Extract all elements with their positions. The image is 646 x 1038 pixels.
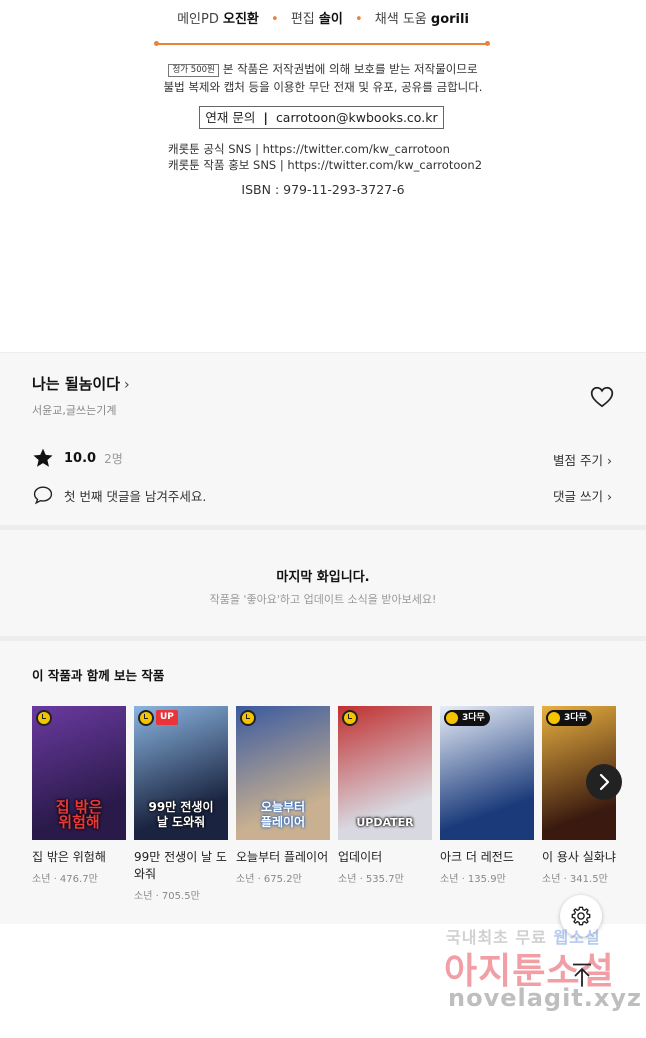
- staff-credits: 메인PD 오진환 • 편집 솔이 • 채색 도움 gorili: [0, 8, 646, 27]
- editor-label: 편집: [290, 12, 315, 27]
- sns-links: 캐롯툰 공식 SNS | https://twitter.com/kw_carr…: [168, 141, 482, 173]
- sns-promo: 캐롯툰 작품 홍보 SNS | https://twitter.com/kw_c…: [168, 158, 483, 172]
- clock-icon: [548, 712, 560, 724]
- rec-title: 업데이터: [338, 850, 383, 864]
- rec-thumbnail: UPDATER: [338, 706, 432, 840]
- free-badge: 3다무: [546, 710, 592, 726]
- chevron-right-icon: ›: [607, 453, 612, 468]
- rec-title: 아크 더 레전드: [440, 850, 514, 864]
- rating-count: 2명: [104, 451, 123, 466]
- work-title: 나는 될놈이다: [32, 375, 121, 393]
- site-watermark: 국내최초 무료 웹소설 아지툰소설 novelagit.xyz: [440, 920, 643, 1030]
- clock-icon: [138, 710, 154, 726]
- work-title-link[interactable]: 나는 될놈이다 ›: [32, 373, 130, 394]
- free-badge: 3다무: [444, 710, 490, 726]
- cover-title: UPDATER: [356, 816, 414, 829]
- episode-footer: 나는 될놈이다 › 서윤교,글쓰는기계 10.0 2명 별점 주기 › 첫 번째 …: [0, 352, 646, 924]
- star-icon: [33, 448, 53, 467]
- price-tag: 정가 500원: [168, 64, 219, 77]
- recommendations-title: 이 작품과 함께 보는 작품: [32, 668, 165, 683]
- rec-thumbnail: 오늘부터 플레이어: [236, 706, 330, 840]
- last-episode-subtitle: 작품을 '좋아요'하고 업데이트 소식을 받아보세요!: [209, 593, 437, 606]
- rec-meta: 소년 · 476.7만: [32, 874, 98, 885]
- editor-name: 솔이: [318, 12, 343, 27]
- separator-dot: •: [271, 12, 279, 27]
- up-badge: UP: [156, 710, 178, 725]
- pd-label: 메인PD: [177, 12, 219, 27]
- isbn: ISBN : 979-11-293-3727-6: [241, 182, 405, 197]
- rec-thumbnail: 99만 전생이 날 도와줘 UP: [134, 706, 228, 840]
- rating-row: 10.0 2명: [32, 447, 123, 469]
- cover-title: 99만 전생이 날 도와줘: [148, 800, 214, 829]
- settings-button[interactable]: [560, 895, 602, 937]
- separator-dot: •: [354, 12, 363, 27]
- rec-meta: 소년 · 675.2만: [236, 874, 302, 885]
- clock-icon: [240, 710, 256, 726]
- color-assist-label: 채색 도움: [374, 12, 427, 27]
- rec-item[interactable]: 집 밖은 위험해 집 밖은 위험해 소년 · 476.7만: [32, 706, 126, 885]
- write-comment-label: 댓글 쓰기: [553, 489, 604, 504]
- contact-box: 연재 문의 | carrotoon@kwbooks.co.kr: [199, 106, 444, 129]
- credits-section: 메인PD 오진환 • 편집 솔이 • 채색 도움 gorili 정가 500원 본…: [0, 0, 646, 352]
- chevron-right-icon: [599, 773, 610, 791]
- chevron-right-icon: ›: [607, 489, 612, 504]
- clock-icon: [342, 710, 358, 726]
- gear-icon: [571, 906, 591, 926]
- heart-icon[interactable]: [589, 384, 615, 410]
- rec-meta: 소년 · 705.5만: [134, 891, 200, 902]
- last-episode-title: 마지막 화입니다.: [276, 570, 370, 585]
- clock-icon: [446, 712, 458, 724]
- write-comment-button[interactable]: 댓글 쓰기 ›: [553, 486, 612, 505]
- recommendations-list: 집 밖은 위험해 집 밖은 위험해 소년 · 476.7만 99만 전생이 날 도와…: [32, 706, 616, 916]
- rec-meta: 소년 · 135.9만: [440, 874, 506, 885]
- chevron-right-icon: ›: [124, 377, 130, 393]
- pd-name: 오진환: [222, 12, 259, 27]
- contact-email: carrotoon@kwbooks.co.kr: [275, 110, 438, 125]
- comment-bubble-icon: [33, 486, 53, 505]
- sns-official: 캐롯툰 공식 SNS | https://twitter.com/kw_carr…: [168, 142, 450, 156]
- notice-line-2: 불법 복제와 캡처 등을 이용한 무단 전재 및 유포, 공유를 금합니다.: [163, 80, 483, 94]
- rec-meta: 소년 · 535.7만: [338, 874, 404, 885]
- rec-title: 집 밖은 위험해: [32, 850, 106, 864]
- contact-label: 연재 문의: [205, 110, 256, 125]
- color-assist-name: gorili: [430, 12, 469, 27]
- comment-row[interactable]: 첫 번째 댓글을 남겨주세요.: [32, 484, 206, 506]
- rec-thumbnail: 집 밖은 위험해: [32, 706, 126, 840]
- copyright-notice: 정가 500원 본 작품은 저작권법에 의해 보호를 받는 저작물이므로 불법 복…: [0, 60, 646, 96]
- notice-line-1: 본 작품은 저작권법에 의해 보호를 받는 저작물이므로: [222, 62, 478, 76]
- scroll-top-icon[interactable]: [570, 962, 594, 988]
- rating-score: 10.0: [64, 450, 97, 466]
- watermark-text: 국내최초 무료: [446, 928, 547, 947]
- rec-title: 이 용사 실화냐: [542, 850, 616, 864]
- last-episode-card: 마지막 화입니다. 작품을 '좋아요'하고 업데이트 소식을 받아보세요!: [0, 530, 646, 636]
- carousel-next-button[interactable]: [586, 764, 622, 800]
- contact-separator: |: [263, 110, 268, 125]
- rec-item[interactable]: 99만 전생이 날 도와줘 UP 99만 전생이 날 도와줘 소년 · 705.5…: [134, 706, 228, 902]
- rec-thumbnail: 3다무: [440, 706, 534, 840]
- rec-item[interactable]: 3다무 아크 더 레전드 소년 · 135.9만: [440, 706, 534, 885]
- cover-title: 오늘부터 플레이어: [260, 800, 306, 829]
- rec-title: 99만 전생이 날 도와줘: [134, 850, 227, 881]
- cover-title: 집 밖은 위험해: [55, 798, 103, 831]
- divider: [154, 41, 490, 46]
- work-info-card: 나는 될놈이다 › 서윤교,글쓰는기계 10.0 2명 별점 주기 › 첫 번째 …: [0, 353, 646, 525]
- watermark-line-3: novelagit.xyz: [448, 984, 643, 1012]
- comment-prompt: 첫 번째 댓글을 남겨주세요.: [64, 488, 207, 504]
- rate-label: 별점 주기: [553, 453, 604, 468]
- work-authors: 서윤교,글쓰는기계: [32, 404, 117, 417]
- rate-button[interactable]: 별점 주기 ›: [553, 450, 612, 469]
- rec-item[interactable]: UPDATER 업데이터 소년 · 535.7만: [338, 706, 432, 885]
- clock-icon: [36, 710, 52, 726]
- rec-item[interactable]: 오늘부터 플레이어 오늘부터 플레이어 소년 · 675.2만: [236, 706, 330, 885]
- rec-meta: 소년 · 341.5만: [542, 874, 608, 885]
- recommendations-card: 이 작품과 함께 보는 작품 집 밖은 위험해 집 밖은 위험해 소년 · 476…: [0, 641, 646, 924]
- rec-title: 오늘부터 플레이어: [236, 850, 329, 864]
